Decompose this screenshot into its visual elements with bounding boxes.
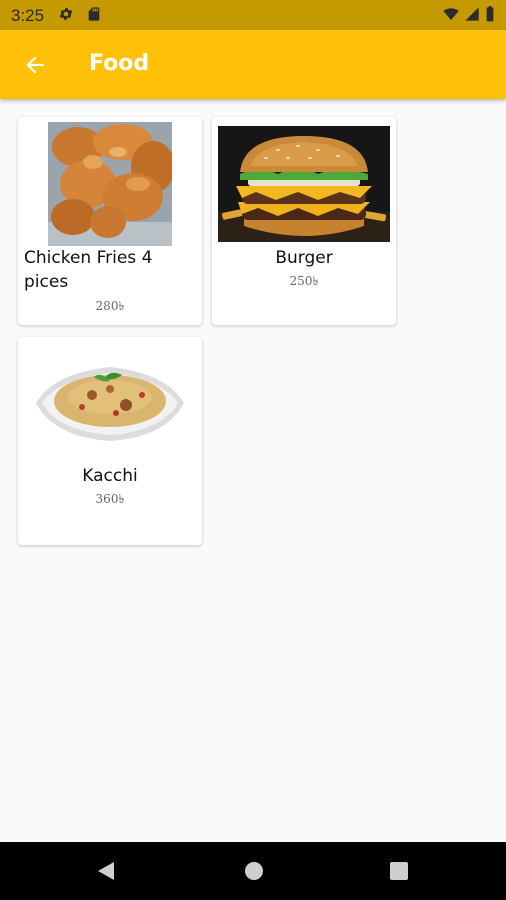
page-title: Food [89,51,150,76]
wifi-icon [443,8,459,20]
system-nav-bar [0,842,506,900]
food-card-burger[interactable]: Burger 250৳ [212,117,396,325]
nav-recents-icon[interactable] [390,862,408,880]
nav-back-icon[interactable] [96,861,116,881]
back-arrow-icon[interactable] [22,52,48,78]
app-bar: Food [0,30,506,99]
food-price: 250৳ [289,274,319,288]
nav-home-icon[interactable] [244,861,264,881]
food-price: 280৳ [95,299,125,313]
food-name: Burger [275,248,333,268]
status-bar: 3:25 [0,0,506,30]
food-price: 360৳ [95,492,125,506]
burger-image [218,126,390,242]
sd-card-icon [88,7,100,21]
cell-signal-icon [465,7,479,21]
status-time: 3:25 [11,6,45,25]
kacchi-image [36,367,184,441]
gear-icon [59,8,73,20]
chicken-image [48,122,172,246]
food-name: Kacchi [82,466,138,486]
food-card-chicken[interactable]: Chicken Fries 4 pices 280৳ [18,117,202,325]
food-card-kacchi[interactable]: Kacchi 360৳ [18,337,202,545]
battery-icon [486,6,494,22]
food-name: Chicken Fries 4 pices [24,248,153,292]
